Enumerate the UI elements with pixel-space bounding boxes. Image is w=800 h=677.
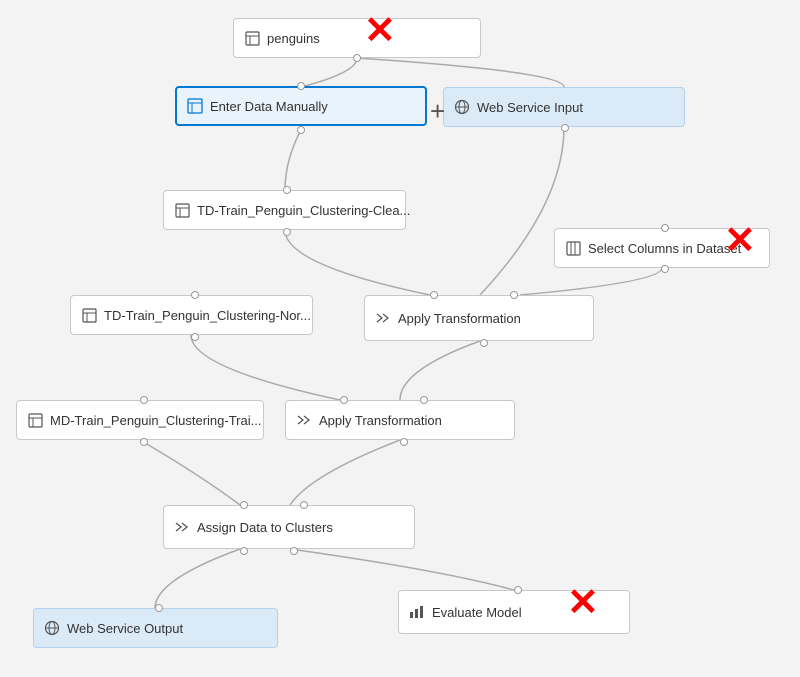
apply-transform2-port-top-left[interactable] — [340, 396, 348, 404]
evaluate-model-node[interactable]: Evaluate Model — [398, 590, 630, 634]
evaluate-model-icon — [409, 604, 425, 620]
select-columns-port-top[interactable] — [661, 224, 669, 232]
td-norm-icon — [81, 307, 97, 323]
assign-clusters-port-top-right[interactable] — [300, 501, 308, 509]
apply-transform2-label: Apply Transformation — [319, 413, 442, 428]
select-columns-label: Select Columns in Dataset — [588, 241, 741, 256]
select-columns-icon — [565, 240, 581, 256]
web-service-output-port-top[interactable] — [155, 604, 163, 612]
web-service-input-port-bottom[interactable] — [561, 124, 569, 132]
assign-clusters-port-top-left[interactable] — [240, 501, 248, 509]
penguins-node[interactable]: penguins — [233, 18, 481, 58]
td-norm-label: TD-Train_Penguin_Clustering-Nor... — [104, 308, 311, 323]
apply-transform1-node[interactable]: Apply Transformation — [364, 295, 594, 341]
penguins-port-bottom[interactable] — [353, 54, 361, 62]
penguins-label: penguins — [267, 31, 320, 46]
assign-clusters-icon — [174, 519, 190, 535]
enter-data-node[interactable]: Enter Data Manually — [175, 86, 427, 126]
td-clean-icon — [174, 202, 190, 218]
apply-transform2-node[interactable]: Apply Transformation — [285, 400, 515, 440]
apply-transform1-port-bottom[interactable] — [480, 339, 488, 347]
apply-transform1-port-top-left[interactable] — [430, 291, 438, 299]
web-service-input-node[interactable]: Web Service Input — [443, 87, 685, 127]
apply-transform2-icon — [296, 412, 312, 428]
assign-clusters-port-bottom-right[interactable] — [290, 547, 298, 555]
select-columns-port-bottom[interactable] — [661, 265, 669, 273]
assign-clusters-label: Assign Data to Clusters — [197, 520, 333, 535]
td-norm-port-bottom[interactable] — [191, 333, 199, 341]
web-service-output-label: Web Service Output — [67, 621, 183, 636]
web-service-input-label: Web Service Input — [477, 100, 583, 115]
md-train-port-top[interactable] — [140, 396, 148, 404]
evaluate-model-port-top[interactable] — [514, 586, 522, 594]
enter-data-icon — [187, 98, 203, 114]
apply-transform2-port-bottom[interactable] — [400, 438, 408, 446]
web-service-input-icon — [454, 99, 470, 115]
enter-data-label: Enter Data Manually — [210, 99, 328, 114]
enter-data-port-top[interactable] — [297, 82, 305, 90]
web-service-output-node[interactable]: Web Service Output — [33, 608, 278, 648]
md-train-icon — [27, 412, 43, 428]
td-clean-port-top[interactable] — [283, 186, 291, 194]
apply-transform1-icon — [375, 310, 391, 326]
dataset-icon — [244, 30, 260, 46]
md-train-node[interactable]: MD-Train_Penguin_Clustering-Trai... — [16, 400, 264, 440]
enter-data-port-bottom[interactable] — [297, 126, 305, 134]
web-service-output-icon — [44, 620, 60, 636]
td-clean-node[interactable]: TD-Train_Penguin_Clustering-Clea... — [163, 190, 406, 230]
td-norm-port-top[interactable] — [191, 291, 199, 299]
md-train-port-bottom[interactable] — [140, 438, 148, 446]
pipeline-canvas: penguins ✕ Enter Data Manually + Web Ser… — [0, 0, 800, 677]
assign-clusters-node[interactable]: Assign Data to Clusters — [163, 505, 415, 549]
md-train-label: MD-Train_Penguin_Clustering-Trai... — [50, 413, 261, 428]
select-columns-node[interactable]: Select Columns in Dataset — [554, 228, 770, 268]
evaluate-model-label: Evaluate Model — [432, 605, 522, 620]
apply-transform1-port-top-right[interactable] — [510, 291, 518, 299]
assign-clusters-port-bottom-left[interactable] — [240, 547, 248, 555]
apply-transform2-port-top-right[interactable] — [420, 396, 428, 404]
td-norm-node[interactable]: TD-Train_Penguin_Clustering-Nor... — [70, 295, 313, 335]
apply-transform1-label: Apply Transformation — [398, 311, 521, 326]
td-clean-label: TD-Train_Penguin_Clustering-Clea... — [197, 203, 410, 218]
td-clean-port-bottom[interactable] — [283, 228, 291, 236]
